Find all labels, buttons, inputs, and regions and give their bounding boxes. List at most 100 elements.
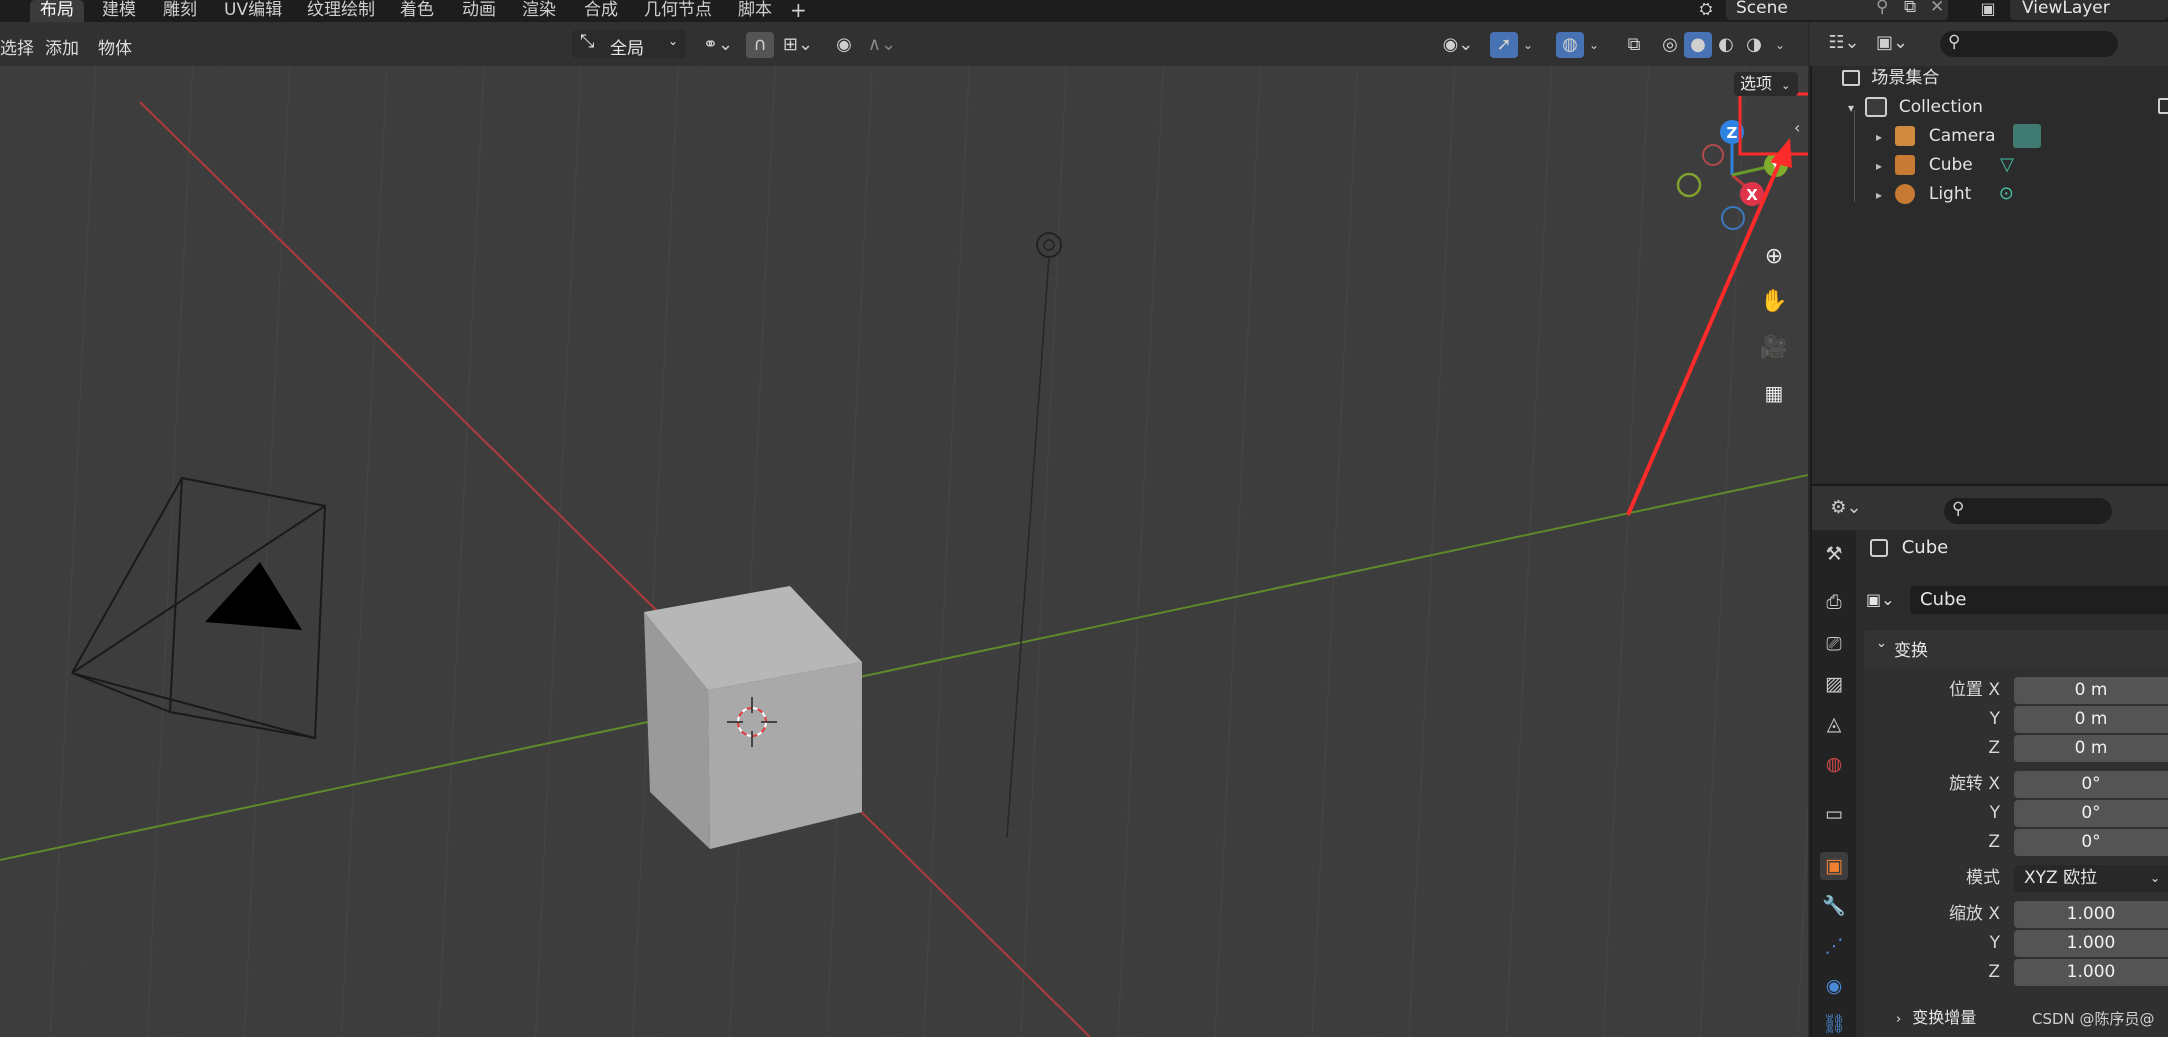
- camera-data-icon[interactable]: [2012, 124, 2041, 148]
- modifier-tab-icon[interactable]: 🔧: [1820, 892, 1848, 920]
- object-name-input[interactable]: Cube: [1910, 586, 2168, 614]
- chevron-down-icon: ⌄: [668, 34, 679, 48]
- tree-scene-collection[interactable]: 场景集合: [1842, 64, 1939, 92]
- menu-add[interactable]: 添加: [45, 34, 79, 59]
- transform-panel-header[interactable]: ⌄ 变换: [1864, 630, 2168, 666]
- tree-collection[interactable]: ▾ Collection: [1848, 93, 1983, 121]
- delete-scene-icon[interactable]: ✕: [1930, 0, 1944, 17]
- shading-dropdown-chevron-icon[interactable]: ⌄: [1770, 32, 1790, 58]
- gizmo-dropdown-chevron-icon[interactable]: ⌄: [1518, 32, 1538, 58]
- viewport-scene: Z X Y: [0, 22, 1808, 1037]
- object-tab-icon[interactable]: ▣: [1820, 852, 1848, 880]
- pin-icon[interactable]: ⚲: [1876, 0, 1888, 17]
- world-tab-icon[interactable]: ◍: [1820, 750, 1848, 778]
- properties-search-input[interactable]: ⚲: [1944, 498, 2112, 524]
- transform-orientation-dropdown[interactable]: ⤡ 全局 ⌄: [572, 30, 686, 59]
- view-layer-tab-icon[interactable]: ▨: [1820, 670, 1848, 698]
- object-datablock-icon[interactable]: ▣⌄: [1866, 586, 1906, 614]
- tab-texture-paint[interactable]: 纹理绘制: [307, 0, 375, 22]
- light-data-icon[interactable]: ⊙: [1999, 183, 2014, 204]
- outliner-search-input[interactable]: ⚲: [1940, 31, 2118, 57]
- overlays-dropdown-chevron-icon[interactable]: ⌄: [1584, 32, 1604, 58]
- tree-item-cube[interactable]: ▸ Cube ▽: [1876, 151, 2014, 179]
- scene-tab-icon[interactable]: ◬: [1820, 710, 1848, 738]
- tab-shading[interactable]: 着色: [400, 0, 434, 22]
- workspace-tab-bar: 布局 建模 雕刻 UV编辑 纹理绘制 着色 动画 渲染 合成 几何节点 脚本 +…: [0, 0, 2168, 22]
- pivot-point-icon[interactable]: ⚭⌄: [696, 32, 740, 58]
- rotation-mode-label: 模式: [1966, 868, 2000, 888]
- tab-layout[interactable]: 布局: [30, 0, 84, 22]
- rotation-x-field[interactable]: 0°: [2014, 771, 2168, 798]
- panel-expand-chevron-icon: ⌄: [1876, 636, 1887, 651]
- expand-chevron-icon[interactable]: ▸: [1876, 159, 1882, 173]
- expand-chevron-icon[interactable]: ▸: [1876, 130, 1882, 144]
- solid-shading-icon[interactable]: ●: [1684, 32, 1712, 58]
- tab-sculpting[interactable]: 雕刻: [163, 0, 197, 22]
- light-icon: [1895, 184, 1916, 204]
- rotation-z-field[interactable]: 0°: [2014, 829, 2168, 856]
- view-layer-field[interactable]: ViewLayer: [2010, 0, 2168, 20]
- rotation-mode-dropdown[interactable]: XYZ 欧拉 ⌄: [2014, 865, 2168, 892]
- options-dropdown[interactable]: 选项 ⌄: [1734, 72, 1798, 96]
- copy-scene-icon[interactable]: ⧉: [1904, 0, 1916, 17]
- camera-view-icon[interactable]: 🎥: [1757, 331, 1791, 365]
- constraints-tab-icon[interactable]: ⛓: [1820, 1010, 1848, 1037]
- properties-editor-icon[interactable]: ⚙⌄: [1826, 495, 1866, 521]
- menu-select[interactable]: 选择: [0, 34, 34, 59]
- perspective-grid-icon[interactable]: ▦: [1757, 376, 1791, 410]
- scene-selector-icon[interactable]: ⛭: [1686, 0, 1726, 22]
- output-tab-icon[interactable]: ⎚: [1820, 630, 1848, 658]
- tab-uv-editing[interactable]: UV编辑: [224, 0, 282, 22]
- tab-geometry-nodes[interactable]: 几何节点: [644, 0, 712, 22]
- tab-scripting[interactable]: 脚本: [738, 0, 772, 22]
- scene-collection-icon: [1842, 70, 1860, 86]
- proportional-edit-icon[interactable]: ◉: [830, 32, 858, 58]
- render-tab-icon[interactable]: ⎙: [1820, 588, 1848, 616]
- orientation-label: 全局: [610, 39, 644, 59]
- expand-chevron-icon[interactable]: ▸: [1876, 188, 1882, 202]
- location-z-field[interactable]: 0 m: [2014, 735, 2168, 762]
- sidebar-toggle-chevron-icon[interactable]: ‹: [1794, 118, 1800, 137]
- exclude-checkbox[interactable]: [2158, 98, 2168, 114]
- scale-z-field[interactable]: 1.000: [2014, 959, 2168, 986]
- location-x-field[interactable]: 0 m: [2014, 677, 2168, 704]
- scale-y-field[interactable]: 1.000: [2014, 930, 2168, 957]
- scene-field[interactable]: Scene ⚲ ⧉ ✕: [1726, 0, 1948, 20]
- material-preview-icon[interactable]: ◐: [1712, 32, 1740, 58]
- visibility-eye-icon[interactable]: ◉⌄: [1436, 32, 1480, 58]
- rendered-shading-icon[interactable]: ◑: [1740, 32, 1768, 58]
- menu-object[interactable]: 物体: [98, 34, 132, 59]
- tab-rendering[interactable]: 渲染: [522, 0, 556, 22]
- particles-tab-icon[interactable]: ⋰: [1820, 932, 1848, 960]
- tree-item-light[interactable]: ▸ Light ⊙: [1876, 180, 2014, 208]
- rotation-y-field[interactable]: 0°: [2014, 800, 2168, 827]
- tool-tab-icon[interactable]: ⚒: [1820, 540, 1848, 568]
- falloff-curve-icon[interactable]: ∧⌄: [860, 32, 904, 58]
- physics-tab-icon[interactable]: ◉: [1820, 972, 1848, 1000]
- delta-transform-subpanel[interactable]: › 变换增量: [1896, 1004, 1976, 1028]
- gizmo-toggle-icon[interactable]: ➚: [1490, 32, 1518, 58]
- view-layer-icon[interactable]: ▣: [1968, 0, 2008, 22]
- pan-hand-icon[interactable]: ✋: [1757, 285, 1791, 319]
- snap-magnet-icon[interactable]: ∩: [746, 32, 774, 58]
- snap-target-icon[interactable]: ⊞⌄: [776, 32, 820, 58]
- outliner-display-mode-icon[interactable]: ☷⌄: [1824, 30, 1864, 56]
- overlays-toggle-icon[interactable]: ◍: [1556, 32, 1584, 58]
- 3d-viewport[interactable]: Z X Y ‹ ⊕ ✋ 🎥 ▦: [0, 22, 1808, 1037]
- scale-x-field[interactable]: 1.000: [2014, 901, 2168, 928]
- wireframe-shading-icon[interactable]: ◎: [1656, 32, 1684, 58]
- location-z-label: Z: [1988, 738, 2000, 758]
- tab-modeling[interactable]: 建模: [102, 0, 136, 22]
- mesh-data-icon[interactable]: ▽: [2000, 154, 2014, 175]
- add-workspace-button[interactable]: +: [790, 0, 807, 22]
- tab-compositing[interactable]: 合成: [584, 0, 618, 22]
- cube-label: Cube: [1928, 155, 1973, 175]
- xray-toggle-icon[interactable]: ⧉: [1620, 32, 1648, 58]
- tab-animation[interactable]: 动画: [462, 0, 496, 22]
- tree-item-camera[interactable]: ▸ Camera: [1876, 122, 2041, 150]
- zoom-icon[interactable]: ⊕: [1757, 240, 1791, 274]
- outliner-filter-icon[interactable]: ▣⌄: [1872, 30, 1912, 56]
- collection-tab-icon[interactable]: ▭: [1820, 800, 1848, 828]
- location-y-field[interactable]: 0 m: [2014, 706, 2168, 733]
- outliner-header: ☷⌄ ▣⌄ ⚲: [1810, 22, 2168, 66]
